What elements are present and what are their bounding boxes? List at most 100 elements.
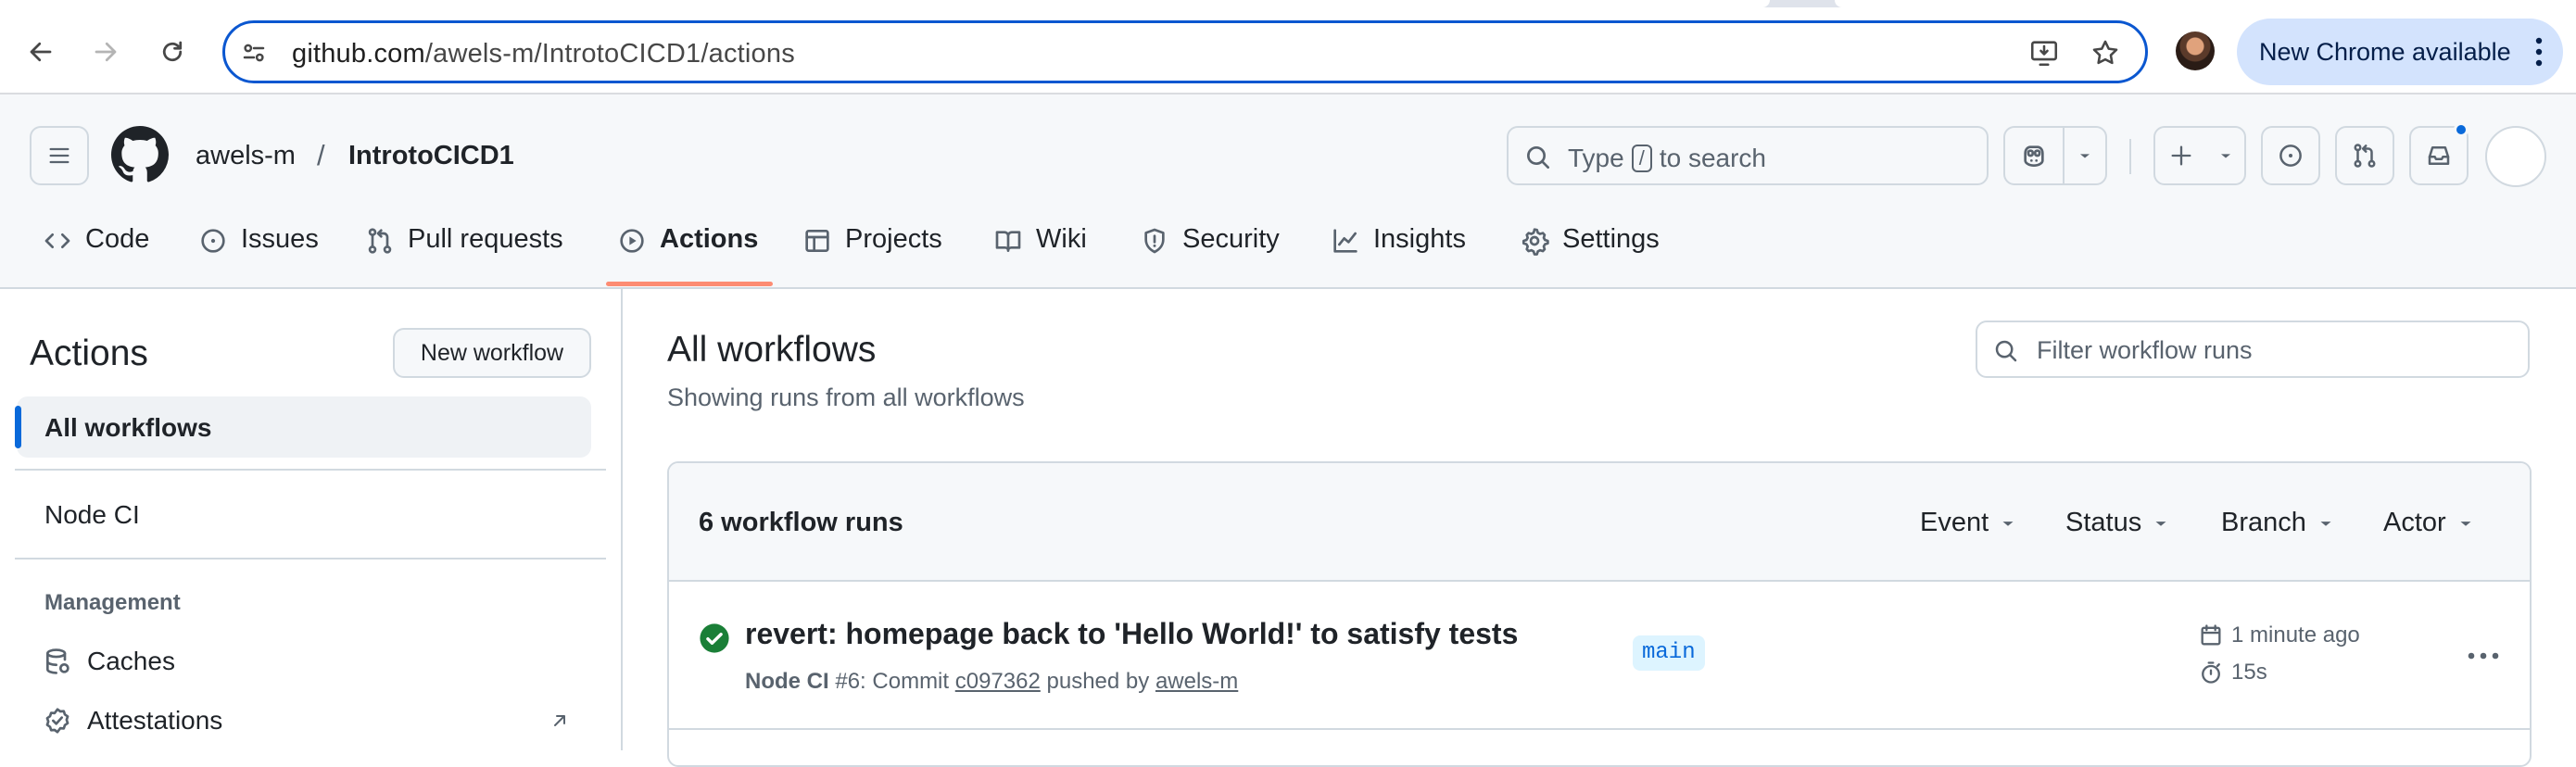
- run-meta: Node CI #6: Commit c097362 pushed by awe…: [745, 669, 1238, 695]
- branch-label[interactable]: main: [1633, 635, 1705, 671]
- author-link[interactable]: awels-m: [1155, 669, 1238, 694]
- chevron-down-icon: [2207, 128, 2244, 183]
- kebab-menu-icon: [2533, 35, 2544, 69]
- search-shortcut-key: /: [1631, 145, 1652, 172]
- run-meta-colon: :: [860, 669, 866, 694]
- run-duration-text: 15s: [2231, 660, 2267, 685]
- tab-code[interactable]: Code: [43, 215, 149, 289]
- url-path: /awels-m/IntrotoCICD1/actions: [424, 39, 795, 69]
- filter-actor-dropdown[interactable]: Actor: [2383, 508, 2476, 538]
- tab-insights[interactable]: Insights: [1331, 215, 1466, 289]
- kebab-horizontal-icon: [2467, 651, 2500, 660]
- search-placeholder: Type / to search: [1568, 144, 1766, 173]
- tab-actions-label: Actions: [660, 224, 759, 254]
- new-workflow-button[interactable]: New workflow: [393, 328, 591, 378]
- site-info-icon[interactable]: [240, 39, 268, 67]
- search-input[interactable]: Type / to search: [1507, 126, 1989, 185]
- copilot-button[interactable]: [2003, 126, 2107, 185]
- global-menu-button[interactable]: [30, 126, 89, 185]
- user-avatar[interactable]: [2485, 126, 2546, 187]
- sidebar-item-label: Node CI: [44, 500, 140, 529]
- notification-dot: [2454, 122, 2469, 137]
- sidebar-item-label: All workflows: [44, 413, 212, 442]
- sidebar-item-attestations[interactable]: Attestations: [43, 706, 222, 736]
- page-subtitle: Showing runs from all workflows: [667, 384, 1025, 411]
- chevron-down-icon: [2456, 513, 2476, 534]
- sidebar-item-caches[interactable]: Caches: [43, 647, 175, 676]
- table-icon: [802, 226, 832, 256]
- chevron-down-icon: [2316, 513, 2336, 534]
- pull-request-icon: [365, 226, 395, 256]
- issues-button[interactable]: [2261, 126, 2320, 185]
- filter-workflow-runs-input[interactable]: Filter workflow runs: [1976, 321, 2530, 378]
- bookmark-star-icon[interactable]: [2090, 37, 2121, 69]
- forward-button[interactable]: [82, 28, 130, 76]
- repo-name-link[interactable]: IntrotoCICD1: [348, 141, 514, 171]
- issue-icon: [2277, 142, 2305, 170]
- filter-actor-label: Actor: [2383, 508, 2446, 537]
- back-button[interactable]: [17, 28, 65, 76]
- copilot-icon[interactable]: [2005, 128, 2065, 183]
- reload-icon: [158, 38, 186, 66]
- tab-strip: [0, 0, 2576, 7]
- tab-security-label: Security: [1182, 224, 1280, 254]
- run-workflow-name: Node CI: [745, 669, 829, 694]
- sidebar-item-node-ci[interactable]: Node CI: [44, 500, 140, 530]
- tab-wiki[interactable]: Wiki: [993, 215, 1087, 289]
- tab-pull-requests[interactable]: Pull requests: [365, 215, 563, 289]
- browser-toolbar: github.com/awels-m/IntrotoCICD1/actions …: [0, 0, 2576, 94]
- filter-event-dropdown[interactable]: Event: [1920, 508, 2018, 538]
- runs-list-header: 6 workflow runs Event Status Branch Acto…: [669, 463, 2530, 582]
- update-chrome-label: New Chrome available: [2259, 37, 2511, 66]
- tab-projects-label: Projects: [845, 224, 942, 254]
- chevron-down-icon: [1998, 513, 2018, 534]
- filter-status-label: Status: [2065, 508, 2142, 537]
- tab-pull-requests-label: Pull requests: [408, 224, 563, 254]
- run-duration: 15s: [2198, 660, 2267, 685]
- tab-actions[interactable]: Actions: [617, 215, 758, 289]
- filter-status-dropdown[interactable]: Status: [2065, 508, 2171, 538]
- play-icon: [617, 226, 647, 256]
- reload-button[interactable]: [148, 28, 196, 76]
- runs-count: 6 workflow runs: [699, 508, 903, 537]
- filter-branch-dropdown[interactable]: Branch: [2221, 508, 2336, 538]
- tab-security[interactable]: Security: [1140, 215, 1280, 289]
- tab-projects[interactable]: Projects: [802, 215, 942, 289]
- github-logo-icon[interactable]: [111, 126, 169, 183]
- tab-insights-label: Insights: [1373, 224, 1466, 254]
- page-title: All workflows: [667, 330, 877, 370]
- stopwatch-icon: [2198, 660, 2224, 685]
- run-options-button[interactable]: [2459, 632, 2507, 680]
- search-suffix: to search: [1659, 144, 1766, 172]
- run-title-link[interactable]: revert: homepage back to 'Hello World!' …: [745, 617, 1518, 651]
- address-bar[interactable]: github.com/awels-m/IntrotoCICD1/actions: [222, 20, 2148, 83]
- pull-requests-button[interactable]: [2335, 126, 2394, 185]
- header-divider: [2129, 139, 2131, 174]
- url-text[interactable]: github.com/awels-m/IntrotoCICD1/actions: [292, 39, 795, 69]
- create-new-button[interactable]: [2153, 126, 2246, 185]
- filter-branch-label: Branch: [2221, 508, 2306, 537]
- chrome-profile-avatar[interactable]: [2176, 31, 2215, 70]
- check-circle-success-icon: [699, 622, 730, 654]
- sidebar-item-label: Attestations: [87, 706, 223, 735]
- commit-sha-link[interactable]: c097362: [955, 669, 1041, 694]
- install-app-icon[interactable]: [2028, 37, 2060, 69]
- repo-owner-link[interactable]: awels-m: [196, 141, 296, 171]
- pull-request-icon: [2351, 142, 2379, 170]
- search-prefix: Type: [1568, 144, 1624, 172]
- actions-sidebar: Actions New workflow All workflows Node …: [0, 289, 623, 750]
- shield-icon: [1140, 226, 1169, 256]
- inbox-icon: [2425, 142, 2453, 170]
- tab-settings[interactable]: Settings: [1520, 215, 1660, 289]
- tab-issues[interactable]: Issues: [198, 215, 319, 289]
- graph-icon: [1331, 226, 1360, 256]
- active-tab-indicator: [606, 282, 773, 286]
- sidebar-item-all-workflows[interactable]: All workflows: [15, 396, 591, 458]
- filter-placeholder: Filter workflow runs: [2037, 336, 2253, 364]
- issue-icon: [198, 226, 228, 256]
- github-header: awels-m / IntrotoCICD1 Type / to search Co…: [0, 94, 2576, 289]
- workflow-run-row[interactable]: revert: homepage back to 'Hello World!' …: [669, 582, 2530, 730]
- chevron-down-icon[interactable]: [2065, 128, 2105, 183]
- commit-label: Commit: [872, 669, 950, 694]
- update-chrome-button[interactable]: New Chrome available: [2237, 19, 2563, 85]
